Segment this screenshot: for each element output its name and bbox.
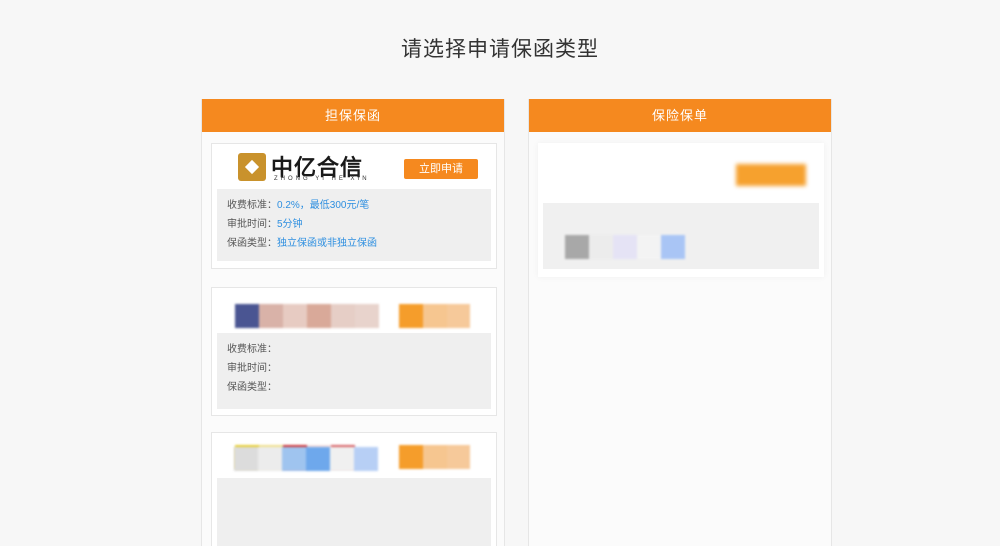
card-details-redacted	[543, 203, 819, 269]
provider-card	[211, 432, 497, 546]
fee-label: 收费标准：	[227, 200, 277, 211]
provider-logo-redacted	[235, 304, 379, 328]
insurance-card	[538, 143, 824, 277]
card-header	[212, 288, 496, 333]
approval-time-value: 5分钟	[277, 219, 303, 230]
provider-card: 收费标准： 审批时间： 保函类型：	[211, 287, 497, 416]
card-details: 收费标准： 审批时间： 保函类型：	[217, 333, 491, 409]
fee-row: 收费标准：	[227, 340, 481, 359]
guarantee-type-label: 保函类型：	[227, 382, 277, 393]
guarantee-type-row: 保函类型：	[227, 378, 481, 397]
provider-card-zhongyihexin: 中亿合信 ZHONG YI HE XIN 立即申请 收费标准：0.2%，最低30…	[211, 143, 497, 269]
apply-button-redacted[interactable]	[399, 304, 470, 328]
insurance-column: 保险保单	[528, 99, 832, 546]
guarantee-type-row: 保函类型：独立保函或非独立保函	[227, 234, 481, 253]
card-details	[217, 447, 491, 546]
page-title: 请选择申请保函类型	[401, 38, 599, 61]
provider-logo-subtitle: ZHONG YI HE XIN	[274, 176, 370, 182]
guarantee-column: 担保保函 中亿合信 ZHONG YI HE XIN 立即申请 收费标准：0.2%…	[201, 99, 505, 546]
approval-time-label: 审批时间：	[227, 219, 277, 230]
card-details: 收费标准：0.2%，最低300元/笔 审批时间：5分钟 保函类型：独立保函或非独…	[217, 189, 491, 261]
apply-button-redacted[interactable]	[399, 445, 470, 469]
apply-button-redacted[interactable]	[736, 164, 806, 186]
approval-time-row: 审批时间：	[227, 359, 481, 378]
card-header: 中亿合信 ZHONG YI HE XIN 立即申请	[212, 144, 496, 189]
guarantee-type-label: 保函类型：	[227, 238, 277, 249]
insurance-column-header: 保险保单	[529, 99, 831, 132]
apply-button[interactable]: 立即申请	[404, 159, 478, 179]
fee-row: 收费标准：0.2%，最低300元/笔	[227, 196, 481, 215]
approval-time-row: 审批时间：5分钟	[227, 215, 481, 234]
approval-time-label: 审批时间：	[227, 363, 277, 374]
fee-label: 收费标准：	[227, 344, 277, 355]
guarantee-type-value: 独立保函或非独立保函	[277, 238, 377, 249]
guarantee-column-header: 担保保函	[202, 99, 504, 132]
provider-logo-icon	[238, 153, 266, 181]
details-redacted	[565, 235, 685, 259]
fee-value: 0.2%，最低300元/笔	[277, 200, 370, 211]
details-redacted	[234, 447, 378, 471]
